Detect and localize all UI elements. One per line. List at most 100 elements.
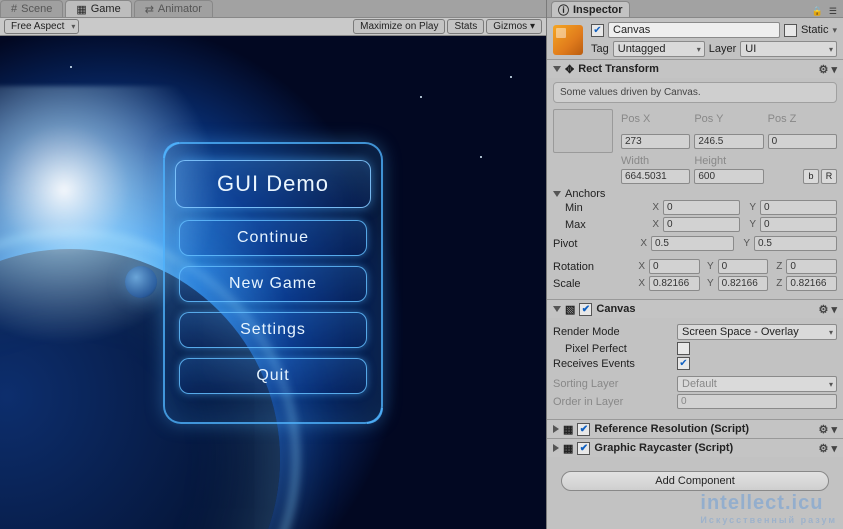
receives-label: Receives Events (553, 358, 673, 370)
width-field[interactable]: 664.5031 (621, 169, 690, 184)
x-label: X (647, 202, 659, 213)
receives-checkbox[interactable]: ✔ (677, 357, 690, 370)
driven-note: Some values driven by Canvas. (553, 82, 837, 103)
continue-button[interactable]: Continue (179, 220, 367, 256)
scale-x-field[interactable]: 0.82166 (649, 276, 700, 291)
aspect-dropdown[interactable]: Free Aspect (4, 19, 79, 34)
gameobject-icon (553, 25, 583, 55)
z-label: Z (772, 261, 782, 272)
game-tabbar: # Scene ▦ Game ⇄ Animator (0, 0, 546, 18)
rendermode-label: Render Mode (553, 326, 673, 338)
pivot-y-field[interactable]: 0.5 (754, 236, 837, 251)
scale-z-field[interactable]: 0.82166 (786, 276, 837, 291)
stats-button[interactable]: Stats (447, 19, 484, 34)
tag-label: Tag (591, 43, 609, 55)
quit-button[interactable]: Quit (179, 358, 367, 394)
new-game-button[interactable]: New Game (179, 266, 367, 302)
anchors-label: Anchors (565, 188, 605, 200)
tab-inspector-label: Inspector (573, 4, 623, 16)
canvas-enabled-checkbox[interactable]: ✔ (579, 303, 592, 316)
rendermode-dropdown[interactable]: Screen Space - Overlay (677, 324, 837, 340)
foldout-icon (553, 306, 561, 312)
menu-title: GUI Demo (175, 160, 371, 208)
graphic-raycaster-header[interactable]: ▦ ✔ Graphic Raycaster (Script) ⚙ ▾ (547, 439, 843, 457)
posz-label: Pos Z (768, 113, 837, 125)
blueprint-button[interactable]: b (803, 169, 819, 184)
panel-menu-icon[interactable]: ☰ (827, 6, 839, 17)
animator-icon: ⇄ (145, 3, 154, 16)
y-label: Y (738, 238, 750, 249)
static-label: Static (801, 24, 829, 36)
tab-animator-label: Animator (158, 3, 202, 15)
canvas-header[interactable]: ▧ ✔ Canvas ⚙ ▾ (547, 300, 843, 318)
anchor-max-label: Max (565, 219, 643, 231)
inspector-tabbar: ⓘ Inspector 🔒 ☰ (547, 0, 843, 18)
lock-icon[interactable]: 🔒 (810, 6, 825, 17)
active-checkbox[interactable]: ✔ (591, 24, 604, 37)
add-component-button[interactable]: Add Component (561, 471, 829, 491)
tab-scene-label: Scene (21, 3, 52, 15)
settings-button[interactable]: Settings (179, 312, 367, 348)
x-label: X (647, 219, 659, 230)
x-label: X (635, 238, 647, 249)
game-icon: ▦ (76, 3, 86, 16)
rot-x-field[interactable]: 0 (649, 259, 700, 274)
rect-transform-component: ✥ Rect Transform ⚙ ▾ Some values driven … (547, 59, 843, 299)
order-field: 0 (677, 394, 837, 409)
width-label: Width (621, 155, 690, 167)
gear-icon[interactable]: ⚙ ▾ (819, 442, 837, 455)
posx-field[interactable]: 273 (621, 134, 690, 149)
refres-enabled-checkbox[interactable]: ✔ (577, 423, 590, 436)
pivot-label: Pivot (553, 238, 631, 250)
gear-icon[interactable]: ⚙ ▾ (819, 423, 837, 436)
canvas-icon: ▧ (565, 303, 575, 316)
layer-dropdown[interactable]: UI (740, 41, 837, 57)
scale-y-field[interactable]: 0.82166 (718, 276, 769, 291)
tab-animator[interactable]: ⇄ Animator (134, 0, 213, 17)
rect-transform-header[interactable]: ✥ Rect Transform ⚙ ▾ (547, 60, 843, 78)
height-label: Height (694, 155, 763, 167)
posz-field[interactable]: 0 (768, 134, 837, 149)
tab-inspector[interactable]: ⓘ Inspector (551, 1, 630, 17)
anchor-max-x-field[interactable]: 0 (663, 217, 740, 232)
posy-field[interactable]: 246.5 (694, 134, 763, 149)
anchor-min-label: Min (565, 202, 643, 214)
pixelperfect-checkbox[interactable] (677, 342, 690, 355)
tag-dropdown[interactable]: Untagged (613, 41, 705, 57)
raw-button[interactable]: R (821, 169, 837, 184)
anchor-min-y-field[interactable]: 0 (760, 200, 837, 215)
y-label: Y (744, 219, 756, 230)
foldout-icon[interactable] (553, 191, 561, 197)
object-name-field[interactable]: Canvas (608, 22, 780, 38)
star (420, 96, 422, 98)
refres-title: Reference Resolution (Script) (594, 423, 749, 435)
maximize-on-play-button[interactable]: Maximize on Play (353, 19, 445, 34)
pivot-x-field[interactable]: 0.5 (651, 236, 734, 251)
star (70, 66, 72, 68)
foldout-icon (553, 425, 559, 433)
static-dropdown-icon[interactable]: ▾ (832, 25, 837, 36)
anchor-max-y-field[interactable]: 0 (760, 217, 837, 232)
height-field[interactable]: 600 (694, 169, 763, 184)
rot-z-field[interactable]: 0 (786, 259, 837, 274)
game-menu: GUI Demo Continue New Game Settings Quit (163, 142, 383, 424)
reference-resolution-header[interactable]: ▦ ✔ Reference Resolution (Script) ⚙ ▾ (547, 420, 843, 438)
tab-scene[interactable]: # Scene (0, 0, 63, 17)
static-checkbox[interactable] (784, 24, 797, 37)
rect-transform-icon: ✥ (565, 63, 574, 76)
anchor-preset-button[interactable] (553, 109, 613, 153)
gear-icon[interactable]: ⚙ ▾ (819, 303, 837, 316)
star (510, 76, 512, 78)
sorting-dropdown: Default (677, 376, 837, 392)
y-label: Y (704, 261, 714, 272)
anchor-min-x-field[interactable]: 0 (663, 200, 740, 215)
sorting-label: Sorting Layer (553, 378, 673, 390)
gizmos-dropdown[interactable]: Gizmos ▾ (486, 19, 542, 34)
gizmos-label: Gizmos (493, 21, 527, 32)
raycast-enabled-checkbox[interactable]: ✔ (577, 442, 590, 455)
game-view: GUI Demo Continue New Game Settings Quit (0, 36, 546, 529)
tab-game[interactable]: ▦ Game (65, 0, 131, 17)
order-label: Order in Layer (553, 396, 673, 408)
rot-y-field[interactable]: 0 (718, 259, 769, 274)
gear-icon[interactable]: ⚙ ▾ (819, 63, 837, 76)
